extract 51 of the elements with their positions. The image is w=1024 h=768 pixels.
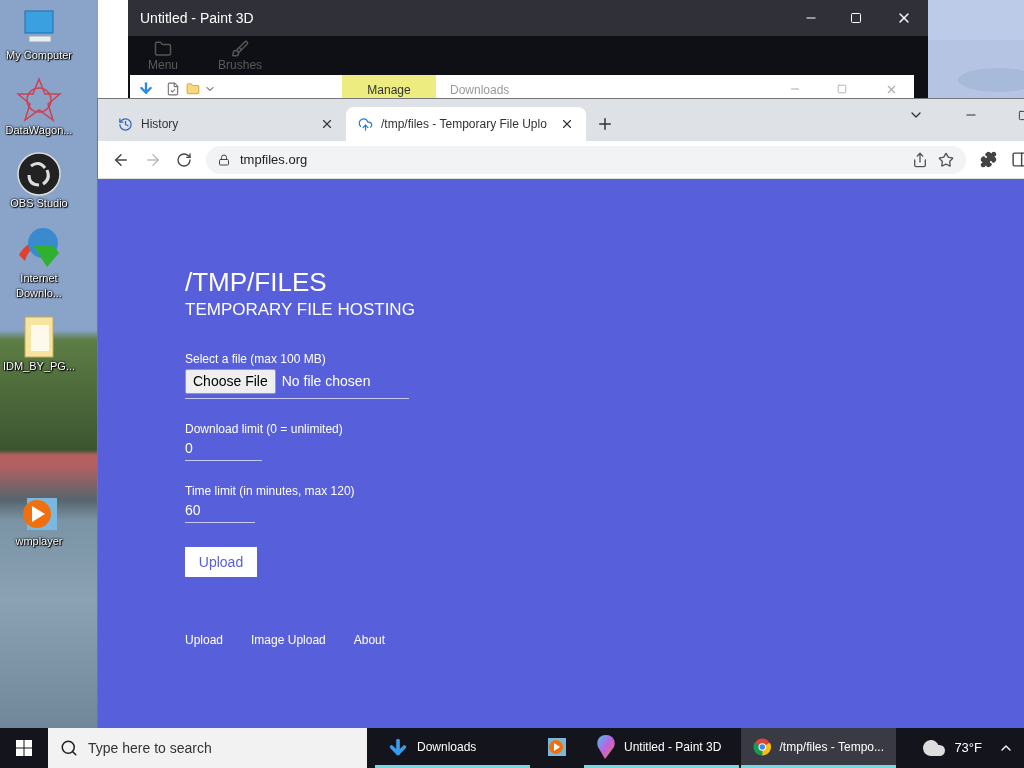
tab-title: /tmp/files - Temporary File Uplo — [381, 116, 548, 133]
folder-icon — [21, 315, 57, 359]
toolbar-label[interactable]: Brushes — [218, 58, 263, 72]
ribbon-tab[interactable]: Manage — [342, 75, 436, 100]
footer-link[interactable]: About — [353, 631, 386, 649]
side-panel-icon[interactable] — [1011, 151, 1024, 168]
bookmark-icon[interactable] — [938, 151, 954, 168]
footer-link[interactable]: Upload — [185, 631, 224, 649]
search-icon — [60, 739, 78, 757]
new-tab-icon[interactable] — [596, 115, 614, 133]
star-icon — [16, 77, 62, 123]
start-icon[interactable] — [16, 740, 32, 756]
upload-button[interactable]: Upload — [185, 547, 257, 577]
input-field[interactable]: 60 — [185, 500, 255, 523]
input-field[interactable]: 0 — [185, 438, 262, 461]
download-icon — [138, 80, 154, 96]
file-status: No file chosen — [281, 372, 371, 391]
desktop-icon-label[interactable]: wmplayer — [1, 534, 77, 549]
close-icon[interactable] — [320, 117, 334, 131]
folder-icon — [154, 40, 172, 58]
share-icon[interactable] — [912, 151, 928, 168]
site-subtitle: TEMPORARY FILE HOSTING — [185, 299, 415, 321]
address-bar[interactable]: tmpfiles.org — [206, 145, 966, 174]
field-label: Download limit (0 = unlimited) — [185, 421, 343, 437]
close-icon[interactable] — [560, 117, 574, 131]
field-label: Select a file (max 100 MB) — [185, 351, 326, 367]
brush-icon — [231, 40, 250, 58]
ribbon-tab[interactable]: Downloads — [436, 75, 524, 100]
file-input[interactable]: Choose File No file chosen — [185, 369, 409, 399]
lock-icon — [218, 153, 230, 166]
footer-link[interactable]: Image Upload — [251, 631, 326, 649]
toolbar-label[interactable]: Menu — [148, 58, 179, 72]
media-player-icon — [546, 735, 568, 758]
desktop-icon-label[interactable]: IDM_BY_PG... — [1, 359, 77, 374]
site-title: /TMP/FILES — [185, 267, 327, 297]
taskbar-button[interactable]: /tmp/files - Tempo... — [741, 728, 896, 768]
taskbar-button[interactable]: Untitled - Paint 3D — [584, 728, 739, 768]
history-icon — [118, 116, 133, 132]
weather-temperature[interactable]: 73°F — [954, 738, 982, 758]
url-text: tmpfiles.org — [240, 150, 309, 169]
extensions-icon[interactable] — [980, 151, 997, 168]
search-box[interactable]: Type here to search — [48, 728, 367, 768]
tab-title: History — [141, 116, 180, 133]
taskbar-button[interactable]: Downloads — [375, 728, 530, 768]
field-label: Time limit (in minutes, max 120) — [185, 483, 355, 499]
reload-icon[interactable] — [176, 151, 192, 168]
browser-tab[interactable]: /tmp/files - Temporary File Uplo — [346, 107, 586, 141]
choose-file-button[interactable]: Choose File — [185, 369, 276, 394]
cloud-upload-icon — [358, 116, 373, 132]
window-title: Untitled - Paint 3D — [140, 8, 255, 28]
folder-icon — [186, 82, 200, 96]
